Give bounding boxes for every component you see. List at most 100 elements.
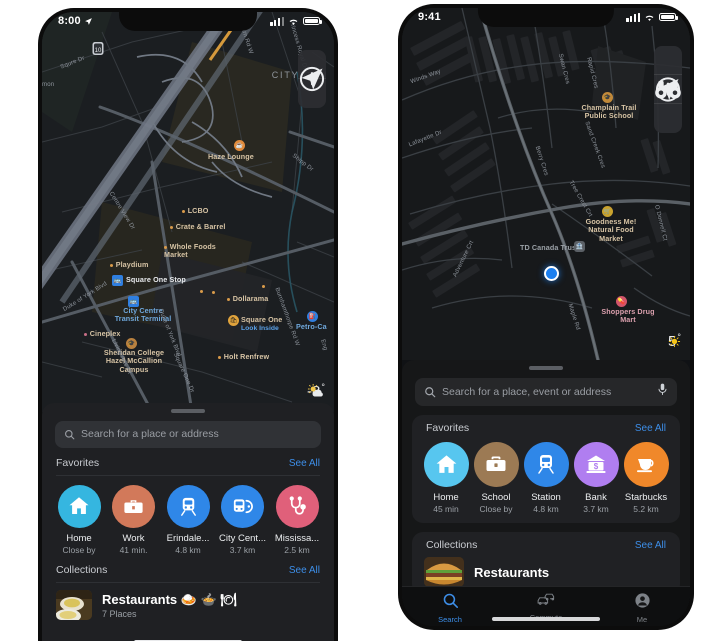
cellular-bars-icon xyxy=(270,16,284,26)
sheet-grabber[interactable] xyxy=(529,366,563,370)
poi-goodness-me[interactable]: Goodness Me! Natural Food Market xyxy=(578,217,644,243)
poi-dot-icon xyxy=(200,289,204,293)
home-indicator[interactable] xyxy=(492,617,600,621)
favorite-sub: 4.8 km xyxy=(533,504,559,514)
favorite-item-mississauga[interactable]: Mississa... 2.5 km xyxy=(272,484,322,555)
weather-widget-left[interactable]: -8 ° xyxy=(307,382,325,401)
coffee-icon xyxy=(637,459,654,473)
home-icon xyxy=(436,454,456,473)
navigation-arrow-icon xyxy=(301,68,323,90)
favorite-item-work[interactable]: Work 41 min. xyxy=(109,484,159,555)
poi-td-canada-trust[interactable]: TD Canada Trust xyxy=(520,243,579,252)
favorite-item-school[interactable]: School Close by xyxy=(471,441,521,514)
poi-square-one-look-inside[interactable]: Look Inside xyxy=(241,325,279,332)
cellular-bars-icon xyxy=(626,12,640,22)
wifi-icon xyxy=(645,15,654,21)
poi-dot-icon xyxy=(164,245,168,249)
poi-dot-icon xyxy=(170,225,174,229)
phone-right: 🎓 Champlain Trail Public School TD Canad… xyxy=(398,4,694,630)
favorites-header-right: Favorites See All xyxy=(412,415,680,434)
poi-playdium[interactable]: Playdium xyxy=(110,260,148,269)
collection-name: Restaurants xyxy=(474,564,550,580)
favorite-sub: 41 min. xyxy=(119,545,148,555)
poi-whole-foods[interactable]: Whole Foods Market xyxy=(164,242,216,260)
poi-badge-goodness-me[interactable]: 🛒 xyxy=(602,206,613,217)
location-arrow-icon xyxy=(84,17,92,25)
collections-title: Collections xyxy=(426,539,478,551)
search-placeholder: Search for a place, event or address xyxy=(442,385,612,398)
poi-holt-renfrew[interactable]: Holt Renfrew xyxy=(218,352,269,361)
map-canvas-right[interactable]: 🎓 Champlain Trail Public School TD Canad… xyxy=(402,8,690,360)
favorites-see-all[interactable]: See All xyxy=(635,423,666,434)
poi-dollarama[interactable]: Dollarama xyxy=(227,294,268,303)
road-label-mon: mon xyxy=(42,82,55,88)
person-circle-icon xyxy=(634,593,650,608)
collections-see-all[interactable]: See All xyxy=(635,540,666,551)
favorites-header-left: Favorites See All xyxy=(42,448,334,469)
collections-header-left: Collections See All xyxy=(42,555,334,576)
favorite-sub: Close by xyxy=(62,545,96,555)
favorite-item-home[interactable]: Home 45 min xyxy=(421,441,471,514)
poi-lcbo[interactable]: LCBO xyxy=(182,206,208,215)
poi-crate-barrel[interactable]: Crate & Barrel xyxy=(170,222,225,231)
poi-shoppers-drug-mart[interactable]: Shoppers Drug Mart xyxy=(598,307,658,325)
collections-header-right: Collections See All xyxy=(412,532,680,551)
favorite-sub: 45 min xyxy=(433,504,459,514)
poi-badge-haze-lounge[interactable]: ☕ xyxy=(234,140,245,151)
bus-icon xyxy=(233,498,253,513)
collections-title: Collections xyxy=(56,564,108,576)
favorite-sub: 3.7 km xyxy=(583,504,609,514)
poi-square-one[interactable]: Square One xyxy=(241,315,282,324)
favorite-icon-circle xyxy=(166,484,210,528)
favorite-item-home[interactable]: Home Close by xyxy=(54,484,104,555)
favorites-see-all[interactable]: See All xyxy=(289,458,320,469)
poi-badge-square-one[interactable]: 🛍 xyxy=(228,315,239,326)
poi-dot-icon xyxy=(227,297,231,301)
favorite-name: Erindale... xyxy=(166,532,210,544)
train-icon xyxy=(538,455,554,474)
favorite-name: Mississa... xyxy=(274,532,320,544)
collection-item-restaurants[interactable]: Restaurants 🍛 🍲 🍽 7 Places xyxy=(42,583,334,620)
map-canvas-left[interactable]: 10 CITY CEN ☕ Haze Lounge LCBO Crate & B… xyxy=(42,12,334,412)
search-icon xyxy=(443,593,458,609)
poi-label-haze-lounge[interactable]: Haze Lounge xyxy=(208,152,254,161)
poi-badge-shoppers[interactable]: 💊 xyxy=(616,296,627,307)
favorite-icon-circle xyxy=(275,484,319,528)
poi-dot-unnamed-1 xyxy=(200,287,206,295)
locate-button[interactable] xyxy=(298,68,326,108)
favorite-item-city-centre[interactable]: City Cent... 3.7 km xyxy=(218,484,268,555)
favorite-item-bank[interactable]: $ Bank 3.7 km xyxy=(571,441,621,514)
sheet-grabber[interactable] xyxy=(171,409,205,413)
tab-label: Search xyxy=(438,615,462,624)
favorite-item-erindale[interactable]: Erindale... 4.8 km xyxy=(163,484,213,555)
voice-search-button[interactable] xyxy=(657,383,668,401)
collections-see-all[interactable]: See All xyxy=(289,565,320,576)
poi-cineplex[interactable]: Cineplex xyxy=(84,329,120,338)
search-icon xyxy=(425,386,436,397)
favorite-name: Starbucks xyxy=(624,491,668,503)
bottom-sheet-left: Search for a place or address Favorites … xyxy=(42,403,334,641)
poi-petro-canada[interactable]: Petro-Ca xyxy=(296,322,327,331)
tab-search[interactable]: Search xyxy=(402,592,498,624)
notch xyxy=(119,8,257,31)
poi-sheridan-college[interactable]: Sheridan College Hazel McCallion Campus xyxy=(102,348,166,374)
phone-left: 10 CITY CEN ☕ Haze Lounge LCBO Crate & B… xyxy=(38,8,338,641)
favorite-item-starbucks[interactable]: Starbucks 5.2 km xyxy=(621,441,671,514)
poi-dot-icon xyxy=(212,290,216,294)
favorite-name: School xyxy=(481,491,511,503)
poi-dot-icon xyxy=(110,263,114,267)
search-bar-right[interactable]: Search for a place, event or address xyxy=(415,377,677,406)
weather-widget-right[interactable]: 5 ° xyxy=(668,332,681,351)
explore-button[interactable] xyxy=(654,80,682,133)
transit-badge-square-one-stop[interactable]: 🚌 xyxy=(112,275,123,286)
poi-badge-champlain-school[interactable]: 🎓 xyxy=(602,92,613,103)
poi-champlain-trail-school[interactable]: Champlain Trail Public School xyxy=(574,103,644,121)
poi-badge-petro-canada[interactable]: ⛽ xyxy=(307,311,318,322)
favorite-item-station[interactable]: Station 4.8 km xyxy=(521,441,571,514)
search-bar-left[interactable]: Search for a place or address xyxy=(55,420,321,448)
bank-icon: $ xyxy=(586,455,606,473)
poi-square-one-stop[interactable]: Square One Stop xyxy=(126,275,186,284)
briefcase-icon xyxy=(124,499,143,513)
favorite-icon-circle xyxy=(57,484,101,528)
tab-me[interactable]: Me xyxy=(594,592,690,624)
